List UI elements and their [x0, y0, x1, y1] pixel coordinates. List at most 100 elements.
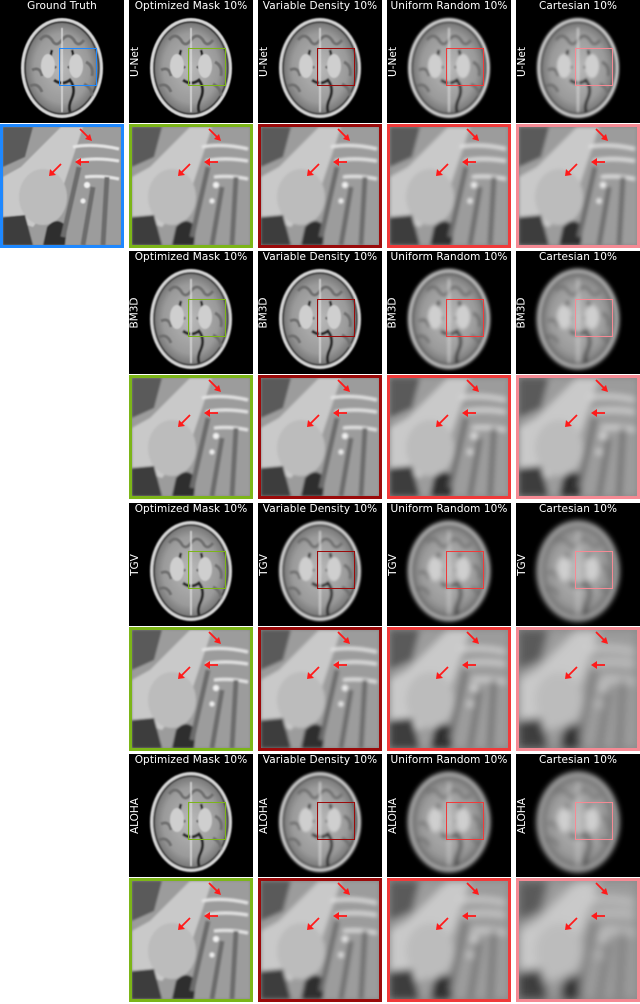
arrow-annotation-left [436, 917, 449, 930]
arrow-annotation-top [466, 631, 479, 644]
panel-title: Optimized Mask 10% [134, 251, 248, 263]
arrow-annotation-top [337, 379, 350, 392]
arrow-annotation-middle [591, 661, 605, 669]
arrow-annotation-left [436, 163, 449, 176]
zoom-panel-aloha-3 [516, 878, 640, 1002]
panel-u-net-3: Cartesian 10% U-Net [516, 0, 640, 123]
panel-bm3d-2: Uniform Random 10% BM3D [387, 251, 511, 374]
zoom-panel-tgv-0 [129, 627, 253, 751]
panel-tgv-1: Variable Density 10% TGV [258, 503, 382, 626]
arrow-annotation-top [466, 882, 479, 895]
zoom-panel-tgv-1 [258, 627, 382, 751]
method-label: BM3D [258, 296, 270, 329]
zoom-panel-bm3d-2 [387, 375, 511, 499]
panel-title: Uniform Random 10% [390, 251, 508, 263]
arrow-annotation-middle [204, 661, 218, 669]
roi-box [59, 48, 97, 86]
method-label: ALOHA [516, 797, 529, 834]
arrow-annotation-top [208, 379, 221, 392]
method-label: ALOHA [387, 797, 400, 834]
panel-title: Optimized Mask 10% [134, 503, 248, 515]
arrow-annotation-top [337, 882, 350, 895]
method-label: BM3D [387, 296, 399, 329]
roi-box [317, 802, 355, 840]
arrow-annotation-middle [333, 661, 347, 669]
panel-tgv-2: Uniform Random 10% TGV [387, 503, 511, 626]
zoom-panel-tgv-3 [516, 627, 640, 751]
arrow-annotation-top [208, 128, 221, 141]
panel-u-net-2: Uniform Random 10% U-Net [387, 0, 511, 123]
zoom-panel-u-net-3 [516, 124, 640, 248]
zoom-panel-aloha-1 [258, 878, 382, 1002]
roi-box [188, 299, 226, 337]
panel-title: Variable Density 10% [262, 251, 378, 263]
panel-title: Uniform Random 10% [390, 754, 508, 766]
zoom-panel-tgv-2 [387, 627, 511, 751]
method-label: TGV [516, 553, 529, 576]
panel-title: Cartesian 10% [538, 754, 618, 766]
arrow-annotation-left [178, 917, 191, 930]
panel-title: Ground Truth [27, 0, 97, 12]
roi-box [188, 48, 226, 86]
panel-bm3d-1: Variable Density 10% BM3D [258, 251, 382, 374]
arrow-annotation-top [79, 128, 92, 141]
panel-aloha-1: Variable Density 10% ALOHA [258, 754, 382, 877]
roi-box [446, 48, 484, 86]
arrow-annotation-left [565, 917, 578, 930]
panel-title: Cartesian 10% [538, 251, 618, 263]
arrow-annotation-middle [333, 409, 347, 417]
panel-title: Optimized Mask 10% [134, 0, 248, 12]
arrow-annotation-top [595, 128, 608, 141]
roi-box [317, 299, 355, 337]
ground-truth-zoom-panel [0, 124, 124, 248]
zoom-panel-u-net-0 [129, 124, 253, 248]
roi-box [317, 551, 355, 589]
panel-aloha-3: Cartesian 10% ALOHA [516, 754, 640, 877]
arrow-annotation-top [208, 631, 221, 644]
panel-tgv-3: Cartesian 10% TGV [516, 503, 640, 626]
arrow-annotation-top [595, 882, 608, 895]
arrow-annotation-middle [204, 409, 218, 417]
arrow-annotation-left [49, 163, 62, 176]
arrow-annotation-middle [462, 661, 476, 669]
roi-box [446, 299, 484, 337]
arrow-annotation-left [178, 666, 191, 679]
arrow-annotation-top [466, 128, 479, 141]
arrow-annotation-left [178, 414, 191, 427]
arrow-annotation-middle [75, 158, 89, 166]
arrow-annotation-middle [591, 912, 605, 920]
arrow-annotation-top [208, 882, 221, 895]
roi-box [575, 48, 613, 86]
arrow-annotation-middle [462, 158, 476, 166]
panel-aloha-2: Uniform Random 10% ALOHA [387, 754, 511, 877]
method-label: TGV [387, 553, 400, 576]
arrow-annotation-middle [204, 912, 218, 920]
zoom-panel-aloha-0 [129, 878, 253, 1002]
roi-box [188, 802, 226, 840]
arrow-annotation-top [595, 631, 608, 644]
roi-box [446, 802, 484, 840]
panel-title: Cartesian 10% [538, 503, 618, 515]
arrow-annotation-middle [333, 158, 347, 166]
ground-truth-panel: Ground Truth [0, 0, 124, 123]
arrow-annotation-left [307, 917, 320, 930]
arrow-annotation-middle [204, 158, 218, 166]
method-label: U-Net [129, 46, 141, 77]
arrow-annotation-left [178, 163, 191, 176]
panel-title: Variable Density 10% [262, 0, 378, 12]
roi-box [446, 551, 484, 589]
zoom-panel-u-net-1 [258, 124, 382, 248]
arrow-annotation-left [565, 163, 578, 176]
panel-title: Optimized Mask 10% [134, 754, 248, 766]
zoom-panel-u-net-2 [387, 124, 511, 248]
zoom-panel-bm3d-0 [129, 375, 253, 499]
roi-box [317, 48, 355, 86]
arrow-annotation-top [466, 379, 479, 392]
roi-box [575, 299, 613, 337]
panel-u-net-0: Optimized Mask 10% U-Net [129, 0, 253, 123]
arrow-annotation-left [307, 666, 320, 679]
arrow-annotation-middle [462, 912, 476, 920]
panel-title: Cartesian 10% [538, 0, 618, 12]
method-label: TGV [258, 553, 271, 576]
arrow-annotation-left [307, 414, 320, 427]
